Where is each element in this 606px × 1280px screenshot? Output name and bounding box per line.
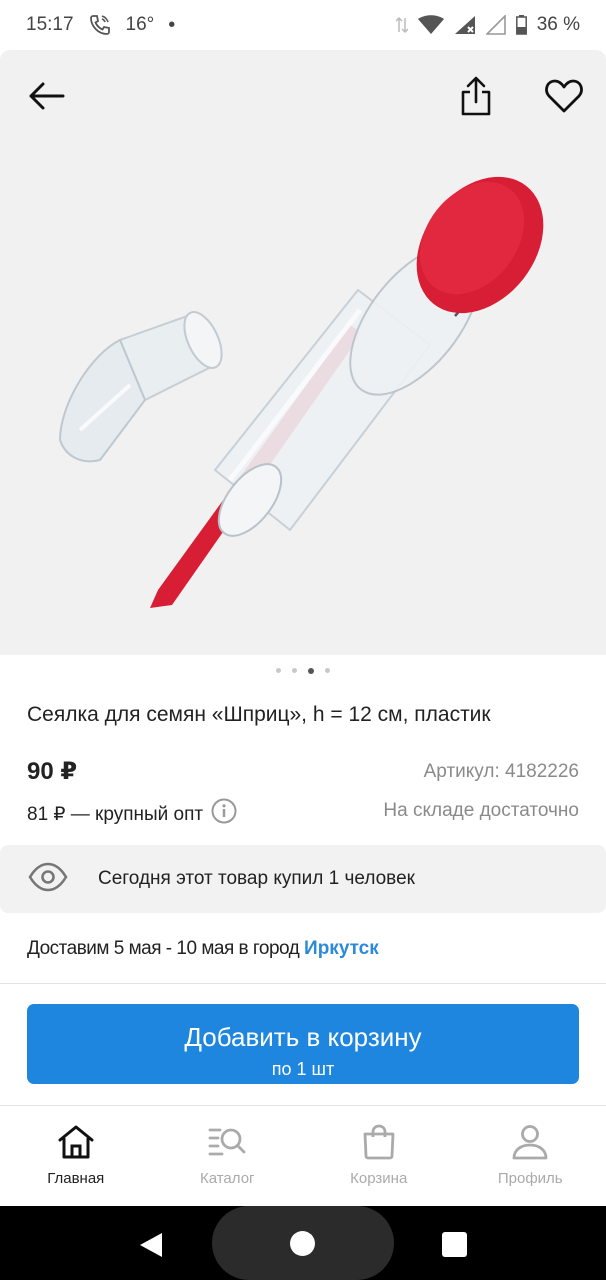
tab-label: Корзина <box>350 1170 408 1187</box>
sku-value: 4182226 <box>505 761 579 782</box>
add-to-cart-label: Добавить в корзину <box>184 1021 422 1052</box>
back-button[interactable] <box>22 72 70 120</box>
sku-label: Артикул: <box>423 761 500 782</box>
gallery-pagination <box>0 667 606 674</box>
product-sku: Артикул: 4182226 <box>424 761 579 783</box>
add-to-cart-button[interactable]: Добавить в корзину по 1 шт <box>27 1004 579 1084</box>
tab-cart[interactable]: Корзина <box>303 1106 455 1206</box>
cap-piece <box>58 311 223 463</box>
eye-icon <box>28 862 68 897</box>
gallery-dot[interactable] <box>292 668 297 673</box>
heart-icon <box>545 79 583 113</box>
battery-icon <box>515 15 527 35</box>
product-image <box>58 176 544 608</box>
divider <box>0 983 606 984</box>
tab-label: Главная <box>47 1170 105 1187</box>
stock-status: На складе достаточно <box>383 800 579 821</box>
data-arrows-icon <box>395 16 408 34</box>
basket-icon <box>360 1124 398 1160</box>
battery-percent: 36 % <box>536 14 580 35</box>
wholesale-text: 81 ₽ — крупный опт <box>27 803 204 825</box>
share-button[interactable] <box>452 72 500 120</box>
wholesale-price: 81 ₽ — крупный опт <box>27 798 237 830</box>
delivery-text: Доставим 5 мая - 10 мая в город <box>27 938 300 959</box>
status-temperature: 16° <box>125 14 155 35</box>
wifi-icon <box>417 15 444 35</box>
info-icon[interactable] <box>211 798 237 830</box>
nav-home-icon[interactable] <box>290 1231 315 1256</box>
tab-label: Профиль <box>497 1170 563 1187</box>
bought-today-text: Сегодня этот товар купил 1 человек <box>98 868 415 889</box>
signal-icon <box>454 15 476 35</box>
favorite-button[interactable] <box>540 72 588 120</box>
system-navigation-bar <box>0 1206 606 1280</box>
product-price: 90 ₽ <box>27 758 78 785</box>
add-to-cart-quantity: по 1 шт <box>271 1058 335 1079</box>
delivery-city-link[interactable]: Иркутск <box>304 938 379 959</box>
arrow-left-icon <box>29 82 65 110</box>
gallery-dot[interactable] <box>276 668 281 673</box>
home-icon <box>57 1124 95 1160</box>
bought-today-banner: Сегодня этот товар купил 1 человек <box>0 845 606 913</box>
tab-catalog[interactable]: Каталог <box>152 1106 304 1206</box>
signal-empty-icon <box>485 15 506 35</box>
delivery-info: Доставим 5 мая - 10 мая в город Иркутск <box>27 938 379 960</box>
product-gallery[interactable] <box>0 50 606 655</box>
status-time: 15:17 <box>26 14 74 35</box>
status-dot: • <box>168 13 176 36</box>
status-bar: 15:17 16° • 36 % <box>0 0 606 50</box>
gallery-dot-active[interactable] <box>308 667 314 674</box>
tab-label: Каталог <box>199 1170 255 1187</box>
profile-icon <box>511 1124 549 1160</box>
nav-recent-apps-icon[interactable] <box>442 1232 467 1257</box>
tab-home[interactable]: Главная <box>0 1106 152 1206</box>
gallery-dot[interactable] <box>325 668 330 673</box>
nav-back-icon[interactable] <box>138 1231 164 1259</box>
catalog-search-icon <box>208 1124 246 1160</box>
tab-profile[interactable]: Профиль <box>455 1106 606 1206</box>
phone-call-icon <box>88 14 112 36</box>
product-title: Сеялка для семян «Шприц», h = 12 см, пла… <box>27 703 491 726</box>
share-icon <box>461 76 491 116</box>
bottom-tab-bar: Главная Каталог Корзина Профиль <box>0 1106 606 1206</box>
